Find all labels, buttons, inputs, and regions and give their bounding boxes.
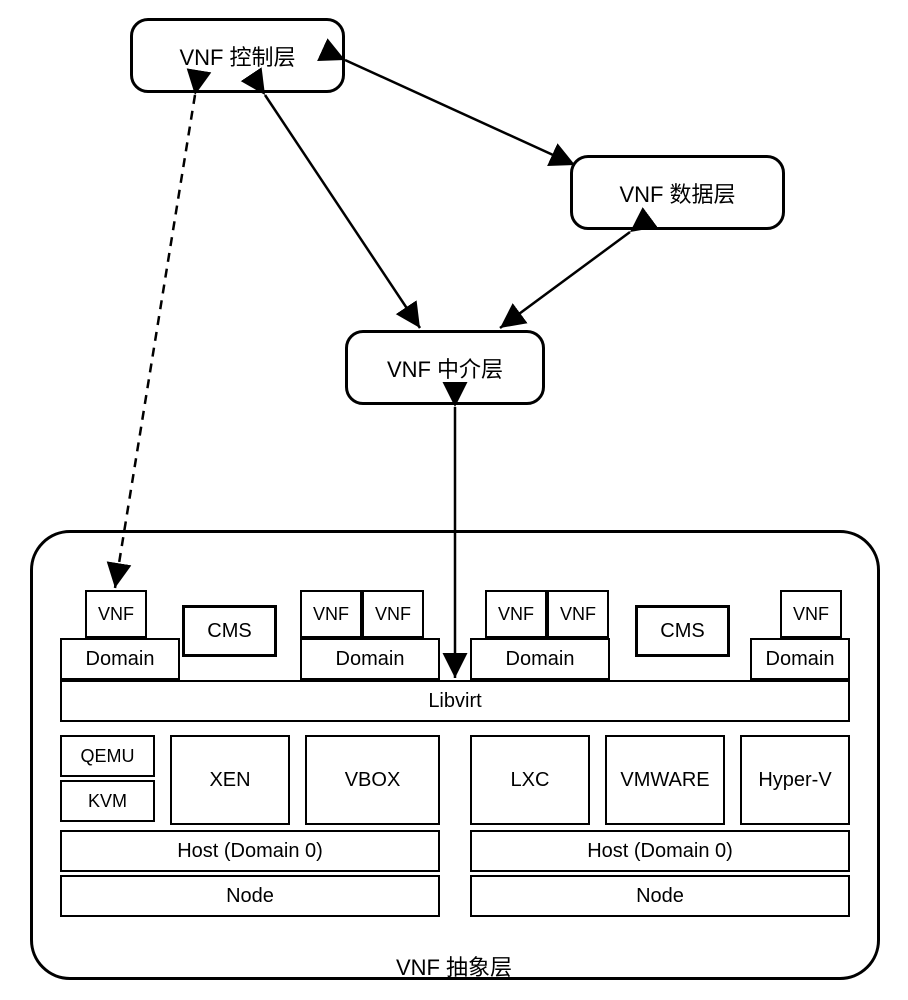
arrow-control-vnf-dashed: [115, 95, 195, 588]
arrow-control-mediator: [265, 95, 420, 328]
arrow-control-data: [345, 60, 575, 165]
arrow-data-mediator: [500, 232, 630, 328]
arrows-layer: [0, 0, 908, 1000]
